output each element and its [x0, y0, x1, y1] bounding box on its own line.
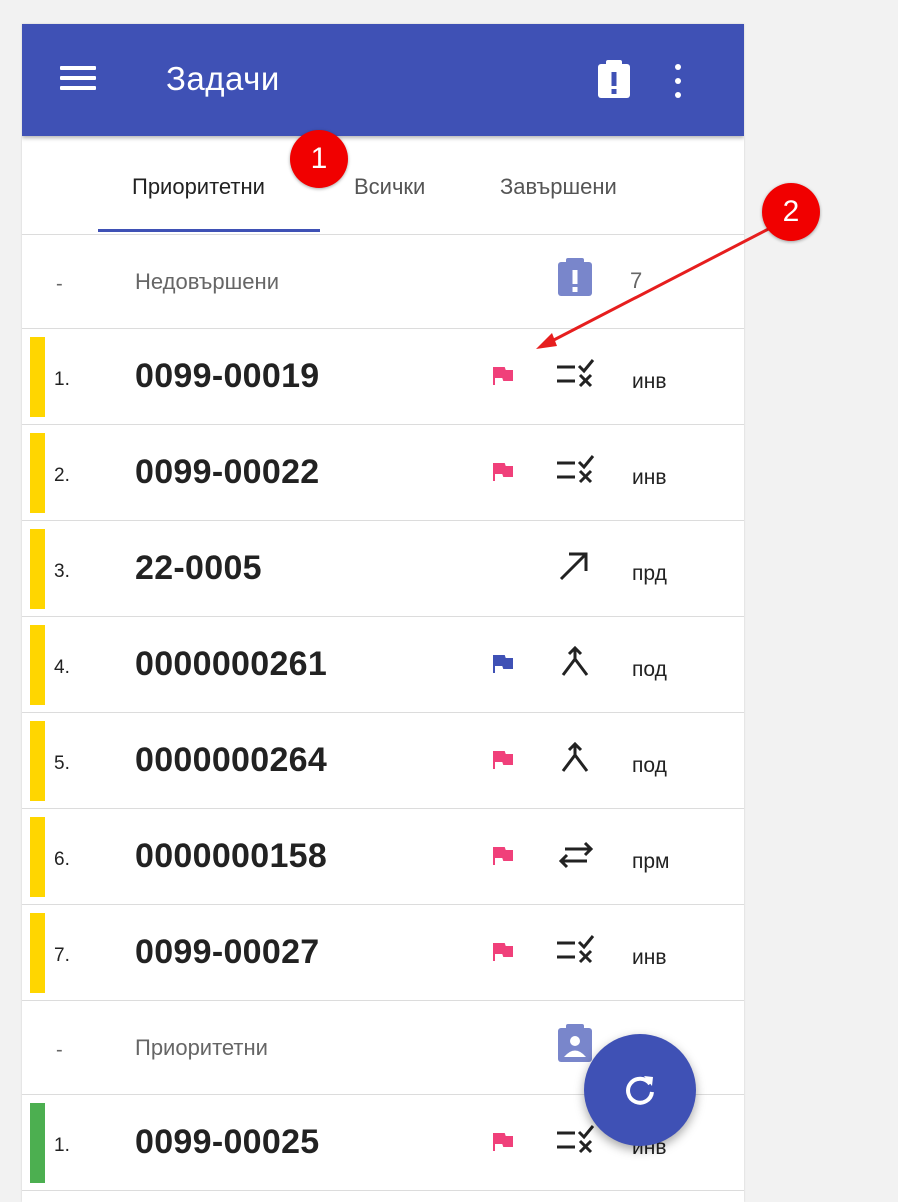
merge-icon — [555, 645, 599, 681]
task-number: 4. — [54, 657, 70, 678]
task-number: 1. — [54, 369, 70, 390]
merge-icon — [555, 741, 599, 777]
active-tab-indicator — [98, 229, 320, 232]
task-type-abbr: под — [632, 658, 667, 681]
tab-bar: Приоритетни Всички Завършени — [22, 136, 744, 235]
refresh-icon — [626, 1076, 654, 1105]
task-type-abbr: инв — [632, 370, 667, 393]
priority-bar — [30, 433, 45, 513]
task-row[interactable]: 7. 0099-00027 инв — [22, 905, 744, 1001]
section-label: Приоритетни — [135, 1035, 268, 1060]
task-number: 3. — [54, 561, 70, 582]
annotation-badge: 2 — [762, 183, 820, 241]
more-vert-icon[interactable] — [672, 64, 684, 98]
checklist-x-icon — [555, 453, 599, 489]
priority-bar — [30, 1103, 45, 1183]
task-code: 0000000158 — [135, 837, 328, 875]
task-type-abbr: инв — [632, 466, 667, 489]
task-code: 0099-00019 — [135, 357, 320, 395]
task-type-abbr: прд — [632, 562, 667, 585]
app-bar: Задачи — [22, 24, 744, 136]
task-type-abbr: прм — [632, 850, 670, 873]
task-type-abbr: под — [632, 754, 667, 777]
priority-bar — [30, 625, 45, 705]
priority-bar — [30, 817, 45, 897]
page-title: Задачи — [166, 60, 280, 97]
clipboard-alert-icon — [555, 256, 595, 298]
task-row[interactable]: 1. 0099-00019 инв — [22, 329, 744, 425]
task-row[interactable]: 4. 0000000261 под — [22, 617, 744, 713]
task-row[interactable]: 5. 0000000264 под — [22, 713, 744, 809]
flag-icon — [492, 366, 514, 386]
clipboard-alert-icon[interactable] — [594, 58, 634, 100]
task-code: 0099-00022 — [135, 453, 320, 491]
task-row[interactable]: 2. 0099-00022 инв — [22, 425, 744, 521]
task-code: 22-0005 — [135, 549, 262, 587]
tab-all[interactable]: Всички — [354, 174, 425, 200]
task-number: 6. — [54, 849, 70, 870]
annotation-badge: 1 — [290, 130, 348, 188]
swap-arrows-icon — [555, 837, 599, 873]
task-code: 0000000264 — [135, 741, 328, 779]
section-header-unfinished: - Недовършени 7 — [22, 235, 744, 329]
arrow-up-right-icon — [555, 549, 599, 585]
priority-bar — [30, 337, 45, 417]
app-screen: Задачи Приоритетни Всички Завършени - Не… — [22, 24, 744, 1202]
flag-icon — [492, 750, 514, 770]
clipboard-account-icon — [555, 1022, 595, 1064]
priority-bar — [30, 529, 45, 609]
priority-bar — [30, 721, 45, 801]
task-number: 2. — [54, 465, 70, 486]
hamburger-menu-icon[interactable] — [60, 66, 96, 90]
task-number: 5. — [54, 753, 70, 774]
section-dash: - — [56, 273, 63, 295]
task-code: 0099-00027 — [135, 933, 320, 971]
task-code: 0000000261 — [135, 645, 328, 683]
task-number: 1. — [54, 1135, 70, 1156]
refresh-fab-button[interactable] — [584, 1034, 696, 1146]
checklist-x-icon — [555, 933, 599, 969]
section-count: 7 — [630, 268, 643, 293]
task-type-abbr: инв — [632, 946, 667, 969]
task-code: 0099-00025 — [135, 1123, 320, 1161]
flag-icon — [492, 462, 514, 482]
task-number: 7. — [54, 945, 70, 966]
flag-icon — [492, 846, 514, 866]
flag-icon — [492, 942, 514, 962]
section-dash: - — [56, 1039, 63, 1061]
flag-icon — [492, 1132, 514, 1152]
flag-icon — [492, 654, 514, 674]
task-row[interactable]: 6. 0000000158 прм — [22, 809, 744, 905]
task-row[interactable]: 3. 22-0005 прд — [22, 521, 744, 617]
tab-priority[interactable]: Приоритетни — [132, 174, 265, 200]
section-label: Недовършени — [135, 269, 279, 294]
checklist-x-icon — [555, 357, 599, 393]
tab-completed[interactable]: Завършени — [500, 174, 617, 200]
checklist-x-icon — [555, 1123, 599, 1159]
priority-bar — [30, 913, 45, 993]
